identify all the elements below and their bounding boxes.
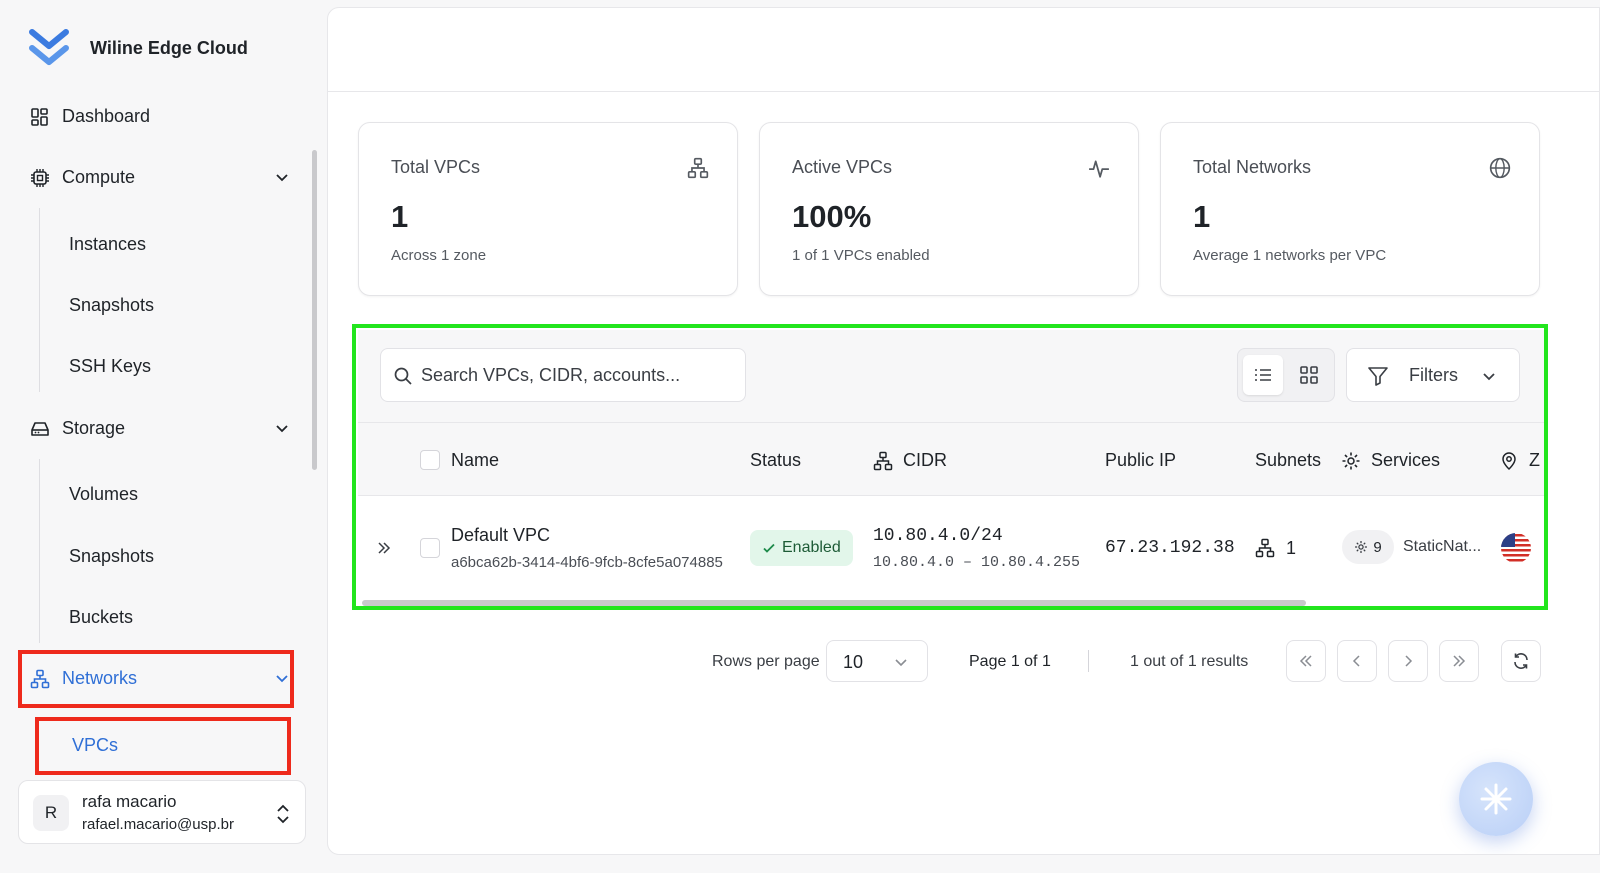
chevrons-left-icon [1299, 655, 1312, 667]
brand[interactable]: Wiline Edge Cloud [28, 26, 248, 70]
stat-card-total-networks: Total Networks 1 Average 1 networks per … [1160, 122, 1540, 296]
stat-title: Active VPCs [792, 157, 893, 177]
sidebar-item-label: Dashboard [62, 106, 151, 126]
sidebar-item-dashboard[interactable]: Dashboard [30, 106, 290, 127]
assistant-button[interactable] [1459, 762, 1533, 836]
stat-value: 1 [391, 199, 409, 234]
next-page-button[interactable] [1388, 640, 1428, 682]
sidebar-item-buckets[interactable]: Buckets [69, 607, 133, 628]
user-email: rafael.macario@usp.br [82, 816, 234, 833]
results-count: 1 out of 1 results [1130, 653, 1249, 670]
sidebar-item-instances[interactable]: Instances [69, 234, 146, 255]
chevron-right-icon [1405, 655, 1413, 667]
chevron-down-icon [276, 425, 288, 433]
globe-icon [1489, 157, 1511, 179]
stat-title: Total Networks [1193, 157, 1312, 177]
stat-card-active-vpcs: Active VPCs 100% 1 of 1 VPCs enabled [759, 122, 1139, 296]
sidebar-item-snapshots[interactable]: Snapshots [69, 295, 154, 316]
sidebar-item-label: Storage [62, 418, 126, 438]
sidebar-item-label: Compute [62, 167, 136, 187]
stat-subtitle: Average 1 networks per VPC [1193, 247, 1387, 264]
avatar: R [33, 795, 69, 831]
chevrons-right-icon [1453, 655, 1466, 667]
rows-per-page-select[interactable]: 10 [826, 640, 928, 682]
previous-page-button[interactable] [1337, 640, 1377, 682]
user-menu[interactable]: R rafa macario rafael.macario@usp.br [18, 780, 306, 844]
rows-per-page-label: Rows per page [712, 653, 820, 670]
page-indicator: Page 1 of 1 [969, 653, 1051, 670]
sidebar-item-volumes[interactable]: Volumes [69, 484, 138, 505]
highlight-networks [18, 650, 294, 708]
sidebar-item-compute[interactable]: Compute [30, 167, 290, 188]
activity-icon [1089, 160, 1109, 178]
brand-name: Wiline Edge Cloud [90, 37, 248, 58]
top-bar [328, 8, 1599, 92]
chevron-left-icon [1352, 655, 1360, 667]
refresh-icon [1514, 653, 1528, 669]
sidebar-scrollbar[interactable] [312, 150, 317, 470]
network-icon [687, 157, 709, 179]
submenu-line [39, 208, 40, 392]
stat-title: Total VPCs [391, 157, 481, 177]
chevron-down-icon [895, 659, 907, 667]
stat-value: 1 [1193, 199, 1211, 234]
highlight-table [352, 324, 1548, 610]
chevron-up-down-icon [277, 804, 289, 824]
brand-logo-icon [29, 29, 69, 65]
user-name: rafa macario [82, 792, 177, 811]
highlight-vpcs [35, 717, 291, 775]
dashboard-icon [31, 107, 48, 126]
first-page-button[interactable] [1286, 640, 1326, 682]
submenu-line [39, 459, 40, 643]
pagination-divider [1088, 650, 1089, 672]
last-page-button[interactable] [1439, 640, 1479, 682]
cpu-icon [31, 168, 49, 187]
refresh-button[interactable] [1501, 640, 1541, 682]
assistant-icon [1480, 783, 1512, 815]
sidebar-item-storage[interactable]: Storage [30, 418, 290, 439]
sidebar-item-snapshots[interactable]: Snapshots [69, 546, 154, 567]
stat-subtitle: Across 1 zone [391, 247, 487, 264]
stat-subtitle: 1 of 1 VPCs enabled [792, 247, 930, 264]
chevron-down-icon [276, 174, 288, 182]
storage-icon [31, 421, 49, 436]
rows-per-page-value: 10 [843, 652, 864, 672]
main-content: Total VPCs 1 Across 1 zone Active VPCs 1… [327, 7, 1600, 855]
sidebar-item-ssh-keys[interactable]: SSH Keys [69, 356, 151, 377]
stat-value: 100% [792, 199, 872, 234]
stat-card-total-vpcs: Total VPCs 1 Across 1 zone [358, 122, 738, 296]
sidebar: Wiline Edge Cloud Dashboard Compute Inst… [0, 0, 326, 873]
